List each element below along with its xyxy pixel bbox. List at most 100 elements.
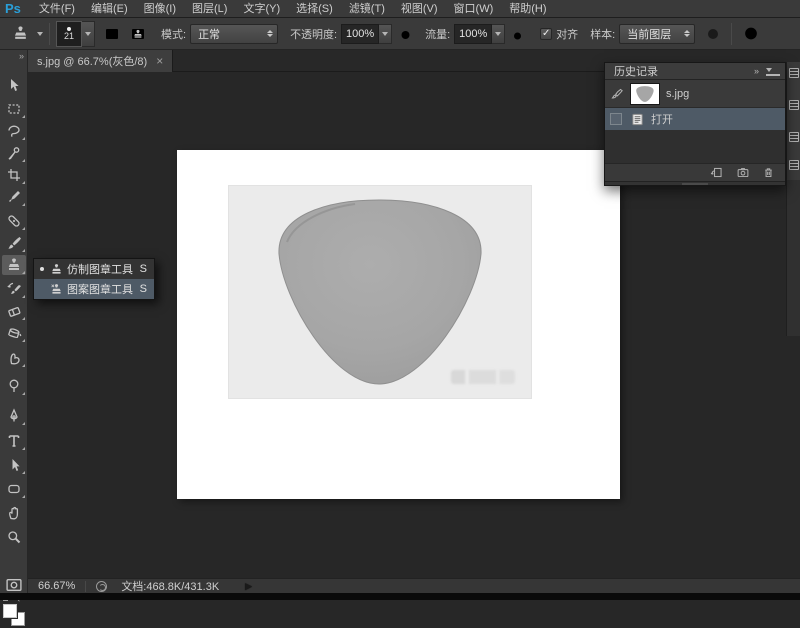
snapshot-thumbnail: [630, 83, 660, 105]
photo-image[interactable]: [228, 185, 532, 399]
dodge-tool[interactable]: [2, 376, 26, 396]
new-snapshot-camera-icon[interactable]: [736, 166, 750, 179]
healing-brush-tool[interactable]: [2, 211, 26, 231]
separator: [731, 23, 732, 45]
opacity-pressure-icon[interactable]: [398, 26, 415, 42]
toggle-clone-source-panel-icon[interactable]: [129, 26, 147, 42]
flyout-item-label: 图案图章工具: [67, 281, 133, 297]
flyout-item-shortcut: S: [140, 263, 150, 275]
dock-panel-icon-4[interactable]: [789, 160, 799, 170]
brush-size-value: 21: [64, 32, 74, 41]
panel-collapse-icon[interactable]: »: [754, 66, 759, 76]
menu-edit[interactable]: 编辑(E): [83, 0, 136, 18]
dropdown-arrows-icon: [676, 30, 690, 37]
menu-window[interactable]: 窗口(W): [446, 0, 502, 18]
menu-view[interactable]: 视图(V): [393, 0, 446, 18]
menu-layer[interactable]: 图层(L): [184, 0, 235, 18]
menu-help[interactable]: 帮助(H): [501, 0, 554, 18]
flow-caret[interactable]: [492, 24, 505, 44]
move-tool[interactable]: [2, 76, 26, 96]
menu-select[interactable]: 选择(S): [288, 0, 341, 18]
tool-preset-picker[interactable]: [8, 25, 43, 42]
dock-panel-icon-3[interactable]: [789, 132, 799, 142]
history-source-checkbox[interactable]: [610, 113, 622, 125]
history-panel: 历史记录 » s.jpg 打开: [604, 62, 786, 186]
screen-mode-button[interactable]: [2, 574, 26, 594]
collapse-tools-icon[interactable]: »: [19, 51, 24, 61]
mode-label: 模式:: [161, 26, 186, 42]
sample-dropdown[interactable]: 当前图层: [619, 24, 695, 44]
history-panel-header[interactable]: 历史记录 »: [605, 63, 785, 80]
size-pressure-icon[interactable]: [742, 25, 760, 42]
status-bar: 66.67% 文档:468.8K/431.3K ▶: [28, 578, 800, 593]
delete-state-trash-icon[interactable]: [762, 166, 775, 179]
panel-menu-icon[interactable]: [766, 67, 780, 76]
menu-image[interactable]: 图像(I): [136, 0, 184, 18]
eyedropper-tool[interactable]: [2, 187, 26, 207]
collapsed-panel-dock: [786, 62, 800, 180]
flow-value: 100%: [459, 28, 487, 40]
photoshop-logo: Ps: [0, 1, 31, 16]
current-tool-bullet: [38, 267, 46, 271]
guitar-pick-image: [265, 192, 497, 392]
menu-filter[interactable]: 滤镜(T): [341, 0, 393, 18]
quick-selection-tool[interactable]: [2, 143, 26, 163]
lasso-tool[interactable]: [2, 121, 26, 141]
shape-tool[interactable]: [2, 479, 26, 499]
status-flyout-arrow-icon[interactable]: ▶: [245, 581, 252, 592]
color-swatches: [3, 604, 27, 628]
type-tool[interactable]: [2, 431, 26, 451]
collapsed-panel-dock-lower: [786, 180, 800, 336]
hand-tool[interactable]: [2, 503, 26, 523]
dock-panel-icon-1[interactable]: [789, 68, 799, 78]
brush-preset-picker[interactable]: 21: [56, 21, 95, 47]
history-panel-footer: [605, 163, 785, 181]
opacity-field[interactable]: 100%: [341, 24, 379, 44]
history-brush-tool[interactable]: [2, 279, 26, 299]
document-canvas[interactable]: [177, 150, 620, 499]
path-selection-tool[interactable]: [2, 455, 26, 475]
dock-panel-icon-2[interactable]: [789, 100, 799, 110]
document-tab[interactable]: s.jpg @ 66.7%(灰色/8) ×: [28, 50, 173, 72]
document-tab-title: s.jpg @ 66.7%(灰色/8): [37, 53, 147, 69]
foreground-color-swatch[interactable]: [3, 604, 17, 618]
crop-tool[interactable]: [2, 165, 26, 185]
new-document-from-state-icon[interactable]: [710, 166, 724, 179]
panel-resize-grip[interactable]: [605, 181, 785, 185]
flyout-item-pattern-stamp[interactable]: 图案图章工具 S: [34, 279, 154, 299]
status-sync-icon: [96, 581, 107, 592]
history-snapshot-row[interactable]: s.jpg: [605, 80, 785, 107]
toggle-brush-panel-icon[interactable]: [103, 26, 121, 42]
airbrush-icon[interactable]: [511, 26, 528, 42]
clone-stamp-tool[interactable]: [2, 255, 26, 275]
flyout-item-clone-stamp[interactable]: 仿制图章工具 S: [34, 259, 154, 279]
status-zoom-level[interactable]: 66.67%: [38, 580, 75, 592]
brush-tool[interactable]: [2, 233, 26, 253]
history-panel-title: 历史记录: [610, 63, 662, 79]
ignore-adjustment-layers-icon[interactable]: [705, 26, 721, 42]
sample-label: 样本:: [590, 26, 615, 42]
gradient-tool[interactable]: [2, 323, 26, 343]
watermark: [451, 370, 515, 384]
opacity-caret[interactable]: [379, 24, 392, 44]
tab-close-icon[interactable]: ×: [156, 55, 163, 67]
history-state-row-open[interactable]: 打开: [605, 107, 785, 130]
brush-picker-caret[interactable]: [82, 21, 95, 47]
pen-tool[interactable]: [2, 406, 26, 426]
flow-field[interactable]: 100%: [454, 24, 492, 44]
flyout-item-shortcut: S: [140, 283, 150, 295]
align-checkbox[interactable]: ✓: [540, 28, 552, 40]
marquee-tool[interactable]: [2, 99, 26, 119]
eraser-tool[interactable]: [2, 301, 26, 321]
status-doc-info[interactable]: 文档:468.8K/431.3K: [121, 578, 219, 594]
align-checkbox-group[interactable]: ✓ 对齐: [540, 26, 578, 42]
menu-bar: Ps 文件(F) 编辑(E) 图像(I) 图层(L) 文字(Y) 选择(S) 滤…: [0, 0, 800, 18]
history-empty-area: [605, 130, 785, 163]
smudge-tool[interactable]: [2, 348, 26, 368]
zoom-tool[interactable]: [2, 527, 26, 547]
mode-dropdown[interactable]: 正常: [190, 24, 278, 44]
menu-type[interactable]: 文字(Y): [235, 0, 288, 18]
menu-file[interactable]: 文件(F): [31, 0, 83, 18]
pattern-stamp-icon: [50, 283, 63, 296]
history-brush-source-icon[interactable]: [608, 87, 624, 100]
